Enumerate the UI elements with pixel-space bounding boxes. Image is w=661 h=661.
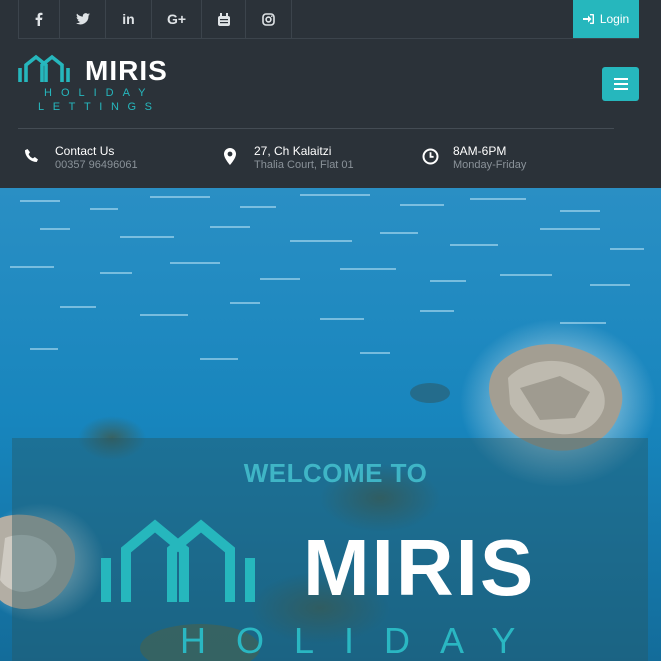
hamburger-menu-icon [613,78,628,80]
facebook-link[interactable] [19,0,60,38]
contact-info: Contact Us 00357 96496061 [24,144,204,174]
address-line1: 27, Ch Kalaitzi [254,144,332,158]
linkedin-link[interactable]: in [106,0,152,38]
instagram-link[interactable] [246,0,292,38]
contact-title: Contact Us [55,144,115,158]
facebook-icon [35,12,43,26]
clock-icon [422,148,439,165]
menu-toggle-button[interactable] [602,67,639,101]
google-plus-link[interactable]: G+ [152,0,202,38]
login-label: Login [599,12,630,26]
hero-brand-subtitle: HOLIDAY [180,620,546,661]
house-logo-icon [101,519,255,602]
divider [18,128,614,129]
login-button[interactable]: Login [573,0,639,38]
top-bar: in G+ Login [0,0,661,38]
divider [18,38,639,39]
youtube-icon [217,12,230,26]
logo-wordmark: MIRIS [85,55,168,86]
address-line2: Thalia Court, Flat 01 [254,159,354,171]
map-pin-icon [224,148,236,165]
house-logo-icon [18,54,70,82]
hamburger-menu-icon [613,83,628,85]
instagram-icon [262,12,275,26]
hamburger-menu-icon [613,88,628,90]
address-info: 27, Ch Kalaitzi Thalia Court, Flat 01 [223,144,413,174]
linkedin-icon: in [122,11,135,27]
hero-welcome-text: WELCOME TO [243,458,428,488]
site-logo[interactable]: MIRIS HOLIDAY LETTINGS [18,52,178,118]
logo-tagline-holiday: HOLIDAY [44,87,155,99]
hours-time: 8AM-6PM [453,144,507,158]
youtube-link[interactable] [202,0,246,38]
hero-brand-wordmark: MIRIS [303,523,536,612]
twitter-icon [75,13,90,25]
contact-phone[interactable]: 00357 96496061 [55,158,138,172]
sign-in-icon [582,14,594,24]
google-plus-icon: G+ [166,11,187,27]
social-links: in G+ [18,0,292,38]
phone-icon [25,149,38,162]
hours-days: Monday-Friday [453,159,527,171]
hours-info: 8AM-6PM Monday-Friday [422,144,622,174]
twitter-link[interactable] [60,0,106,38]
hero-welcome-heading: WELCOME TO [0,458,661,489]
hero-banner: WELCOME TO MIRIS HOLIDAY [0,188,661,661]
logo-tagline-lettings: LETTINGS [38,101,161,113]
